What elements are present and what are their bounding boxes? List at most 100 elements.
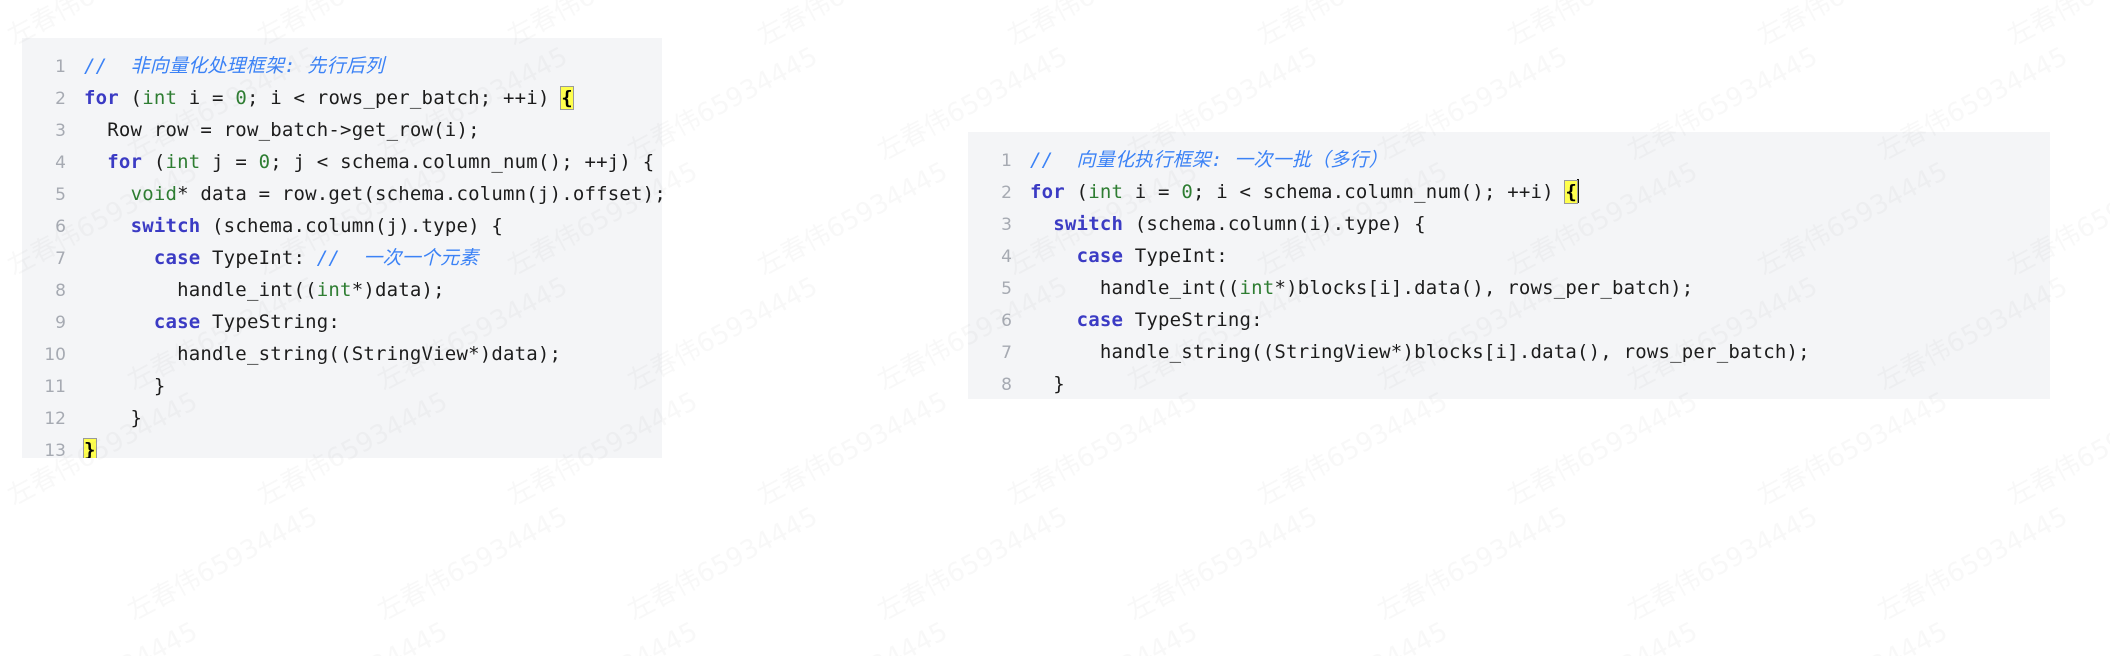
watermark-text: 左春伟65934445	[752, 386, 953, 512]
indent-token	[84, 247, 154, 269]
comment-token: // 非向量化处理框架: 先行后列	[84, 55, 385, 77]
code-line[interactable]: 1 // 非向量化处理框架: 先行后列	[22, 50, 662, 82]
line-number: 1	[55, 57, 66, 77]
number-token: 0	[235, 87, 247, 109]
watermark-text: 左春伟65934445	[1622, 501, 1823, 627]
watermark-text: 左春伟65934445	[872, 501, 1073, 627]
code-line[interactable]: 8 handle_int((int*)data);	[22, 274, 662, 306]
code-line[interactable]: 9 case TypeString:	[22, 306, 662, 338]
type-token: int	[165, 151, 201, 173]
plain-token: j =	[200, 151, 259, 173]
type-token: int	[1239, 277, 1275, 299]
line-number: 2	[55, 89, 66, 109]
line-number: 3	[1001, 215, 1012, 235]
code-line[interactable]: 3 switch (schema.column(i).type) {	[968, 208, 2050, 240]
keyword-token: case	[1076, 309, 1124, 331]
non-vectorized-code-panel[interactable]: 1 // 非向量化处理框架: 先行后列 2 for (int i = 0; i …	[22, 38, 662, 458]
code-line[interactable]: 5 handle_int((int*)blocks[i].data(), row…	[968, 272, 2050, 304]
plain-token: i =	[177, 87, 236, 109]
watermark-text: 左春伟65934445	[1752, 386, 1953, 512]
plain-token: TypeInt:	[200, 247, 317, 269]
type-token: int	[1088, 181, 1124, 203]
plain-token: Row row = row_batch->get_row(i);	[84, 119, 480, 141]
code-line[interactable]: 7 case TypeInt: // 一次一个元素	[22, 242, 662, 274]
plain-token: *)blocks[i].data(), rows_per_batch);	[1274, 277, 1694, 299]
watermark-text: 左春伟65934445	[622, 501, 823, 627]
code-line-content: for (int i = 0; i < schema.column_num();…	[1030, 176, 1580, 208]
code-line-content: handle_string((StringView*)data);	[84, 338, 561, 370]
line-number: 8	[55, 281, 66, 301]
line-number: 1	[1001, 151, 1012, 171]
plain-token: * data = row.get(schema.column(j).offset…	[177, 183, 662, 205]
code-line-content: switch (schema.column(j).type) {	[84, 210, 503, 242]
watermark-text: 左春伟65934445	[1250, 0, 1453, 53]
keyword-token: for	[107, 151, 143, 173]
code-line-content: case TypeInt: // 一次一个元素	[84, 242, 479, 274]
code-line[interactable]: 11 }	[22, 370, 662, 402]
watermark-text: 左春伟65934445	[752, 156, 953, 282]
code-line[interactable]: 7 handle_string((StringView*)blocks[i].d…	[968, 336, 2050, 368]
watermark-text: 左春伟65934445	[2000, 0, 2110, 53]
code-line[interactable]: 5 void* data = row.get(schema.column(j).…	[22, 178, 662, 210]
line-number: 8	[1001, 375, 1012, 395]
code-line[interactable]: 2 for (int i = 0; i < rows_per_batch; ++…	[22, 82, 662, 114]
plain-token: (	[1064, 181, 1089, 203]
code-line[interactable]: 4 case TypeInt:	[968, 240, 2050, 272]
code-line[interactable]: 13 }	[22, 434, 662, 458]
code-line[interactable]: 12 }	[22, 402, 662, 434]
indent-token	[1030, 309, 1077, 331]
watermark-text: 左春伟65934445	[750, 611, 953, 656]
plain-token: }	[84, 375, 166, 397]
type-token: int	[316, 279, 352, 301]
matching-brace-highlight: {	[1564, 180, 1579, 204]
indent-token	[1030, 245, 1077, 267]
code-line[interactable]: 1 // 向量化执行框架: 一次一批（多行）	[968, 144, 2050, 176]
watermark-text: 左春伟65934445	[372, 501, 573, 627]
plain-token: (schema.column(j).type) {	[200, 215, 504, 237]
plain-token: }	[84, 407, 143, 429]
line-number: 5	[55, 185, 66, 205]
keyword-token: switch	[130, 215, 201, 237]
code-line-content: case TypeString:	[84, 306, 340, 338]
type-token: void	[130, 183, 178, 205]
vectorized-code-panel[interactable]: 1 // 向量化执行框架: 一次一批（多行） 2 for (int i = 0;…	[968, 132, 2050, 399]
watermark-text: 左春伟65934445	[1002, 386, 1203, 512]
code-line[interactable]: 10 handle_string((StringView*)data);	[22, 338, 662, 370]
number-token: 0	[1181, 181, 1193, 203]
code-line[interactable]: 2 for (int i = 0; i < schema.column_num(…	[968, 176, 2050, 208]
keyword-token: switch	[1053, 213, 1124, 235]
code-line-content: handle_int((int*)data);	[84, 274, 445, 306]
indent-token	[84, 183, 131, 205]
plain-token: TypeString:	[1123, 309, 1263, 331]
line-number: 4	[1001, 247, 1012, 267]
keyword-token: for	[84, 87, 119, 109]
code-line-content: }	[84, 402, 142, 434]
text-cursor	[1577, 179, 1580, 203]
watermark-text: 左春伟65934445	[1250, 611, 1453, 656]
indent-token	[84, 151, 107, 173]
code-line[interactable]: 3 Row row = row_batch->get_row(i);	[22, 114, 662, 146]
code-line[interactable]: 8 }	[968, 368, 2050, 399]
keyword-token: for	[1030, 181, 1065, 203]
plain-token: handle_string((StringView*)blocks[i].dat…	[1030, 341, 1810, 363]
keyword-token: case	[153, 311, 201, 333]
code-line[interactable]: 6 case TypeString:	[968, 304, 2050, 336]
plain-token: handle_int((	[84, 279, 317, 301]
code-line[interactable]: 4 for (int j = 0; j < schema.column_num(…	[22, 146, 662, 178]
code-line[interactable]: 6 switch (schema.column(j).type) {	[22, 210, 662, 242]
line-number: 3	[55, 121, 66, 141]
matching-brace-highlight: {	[560, 86, 574, 110]
code-line-content: }	[83, 434, 97, 458]
watermark-text: 左春伟65934445	[1750, 0, 1953, 53]
indent-token	[84, 215, 131, 237]
watermark-text: 左春伟65934445	[1372, 501, 1573, 627]
code-line-content: handle_int((int*)blocks[i].data(), rows_…	[1030, 272, 1693, 304]
plain-token: (schema.column(i).type) {	[1123, 213, 1426, 235]
plain-token: *)data);	[351, 279, 445, 301]
keyword-token: case	[1076, 245, 1124, 267]
plain-token: handle_int((	[1030, 277, 1240, 299]
watermark-text: 左春伟65934445	[750, 0, 953, 53]
watermark-text: 左春伟65934445	[0, 611, 203, 656]
watermark-text: 左春伟65934445	[1502, 386, 1703, 512]
line-number: 10	[44, 345, 66, 365]
